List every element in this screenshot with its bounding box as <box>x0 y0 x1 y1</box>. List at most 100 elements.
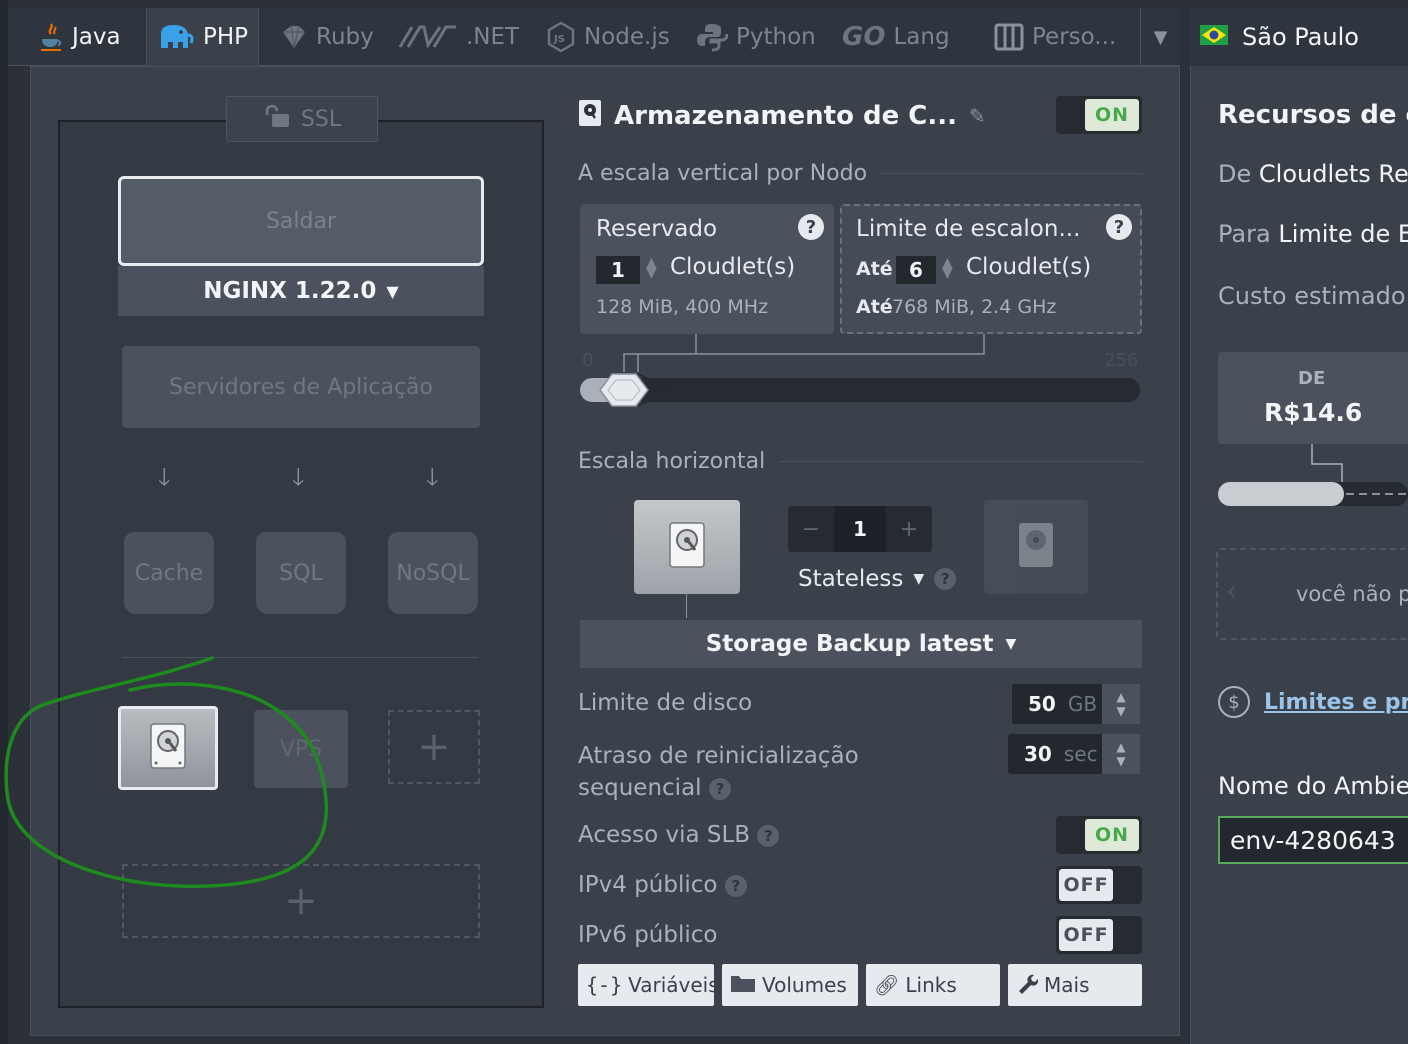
chevron-left-icon[interactable]: ‹ <box>1226 574 1237 607</box>
decrement-button[interactable]: − <box>788 517 834 542</box>
pencil-icon[interactable]: ✎ <box>969 104 986 128</box>
node-title-row: Armazenamento de C... ✎ <box>578 96 1048 136</box>
nosql-node[interactable]: NoSQL <box>388 532 478 614</box>
scaling-limit-input[interactable]: 6 <box>896 256 936 284</box>
caret-down-icon: ▼ <box>1005 636 1017 652</box>
annotation-circle <box>4 656 329 889</box>
cache-label: Cache <box>134 560 204 586</box>
cloudlet-slider[interactable] <box>578 334 1144 414</box>
ipv4-state: OFF <box>1059 869 1113 901</box>
sql-label: SQL <box>279 560 323 586</box>
node-count-stepper[interactable]: − 1 + <box>788 506 932 552</box>
arrow-down-icon: 🡓 <box>426 463 439 491</box>
disk-limit-spinner[interactable]: ▲ ▼ <box>1102 684 1140 724</box>
limits-link[interactable]: $ Limites e pre <box>1218 686 1408 718</box>
reserved-cloudlets-input[interactable]: 1 <box>596 256 640 284</box>
scaling-limit-spinner[interactable]: ▲ ▼ <box>942 256 953 280</box>
app-servers-label: Servidores de Aplicação <box>169 374 433 400</box>
resources-to-row: Para Limite de E <box>1218 220 1408 248</box>
image-version-dropdown[interactable]: Storage Backup latest ▼ <box>580 620 1142 668</box>
reserved-cloudlets-spinner[interactable]: ▲ ▼ <box>646 256 657 280</box>
help-icon[interactable]: ? <box>798 214 824 240</box>
scaling-limit-unit: Cloudlet(s) <box>966 254 1092 280</box>
sql-node[interactable]: SQL <box>256 532 346 614</box>
folder-icon <box>730 973 756 998</box>
tab-go[interactable]: GO Lang <box>842 8 950 66</box>
lock-open-icon <box>263 104 291 134</box>
scaling-mode-dropdown[interactable]: Stateless ▼ ? <box>798 566 957 592</box>
cache-node[interactable]: Cache <box>124 532 214 614</box>
caret-down-icon: ▼ <box>913 571 925 587</box>
horizontal-scaling-header: Escala horizontal <box>578 446 1142 476</box>
restart-delay-value: 30 <box>1024 742 1052 766</box>
scaling-limit-spec: 768 MiB, 2.4 GHz <box>892 296 1057 318</box>
tab-dotnet[interactable]: .NET <box>398 8 519 66</box>
more-label: Mais <box>1044 973 1090 997</box>
ssl-button[interactable]: SSL <box>226 96 378 142</box>
scaling-limit-title: Limite de escalon... <box>856 216 1081 242</box>
python-icon <box>696 22 728 52</box>
slb-access-toggle[interactable]: ON <box>1056 816 1142 854</box>
restart-delay-spinner[interactable]: ▲ ▼ <box>1102 734 1140 774</box>
connector-line <box>686 594 687 618</box>
help-icon[interactable]: ? <box>724 874 747 897</box>
wrench-icon <box>1016 972 1039 999</box>
balancer-version-dropdown[interactable]: NGINX 1.22.0 ▼ <box>118 266 484 316</box>
reserved-spec: 128 MiB, 400 MHz <box>596 296 769 318</box>
ipv6-toggle[interactable]: OFF <box>1056 916 1142 954</box>
restart-delay-label: Atraso de reinicialização sequencial ? <box>578 743 859 801</box>
scaling-limit-spec-prefix: Até <box>856 296 893 318</box>
ipv4-toggle[interactable]: OFF <box>1056 866 1142 904</box>
php-elephant-icon <box>157 22 195 52</box>
volumes-button[interactable]: Volumes <box>722 964 858 1006</box>
tab-custom-label: Perso... <box>1032 24 1117 50</box>
horizontal-node-primary[interactable] <box>634 500 740 594</box>
ipv6-state: OFF <box>1059 919 1113 951</box>
help-icon[interactable]: ? <box>757 824 780 847</box>
tab-nodejs-label: Node.js <box>584 24 670 50</box>
scaling-mode-label: Stateless <box>798 566 904 592</box>
vertical-scaling-label: A escala vertical por Nodo <box>578 160 868 186</box>
hard-drive-icon <box>578 99 602 134</box>
app-servers-node[interactable]: Servidores de Aplicação <box>122 346 480 428</box>
vertical-scaling-header: A escala vertical por Nodo <box>578 158 1142 188</box>
notice-text: você não p <box>1296 582 1408 606</box>
help-icon[interactable]: ? <box>1106 214 1132 240</box>
ipv6-label: IPv6 público <box>578 922 718 948</box>
tab-java[interactable]: Java <box>38 8 121 66</box>
scaling-limit-prefix: Até <box>856 258 893 280</box>
tab-nodejs[interactable]: JS Node.js <box>546 8 670 66</box>
region-selector[interactable]: São Paulo <box>1190 8 1408 66</box>
volumes-label: Volumes <box>762 973 847 997</box>
restart-delay-input[interactable]: 30 sec ▲ ▼ <box>1008 734 1140 774</box>
caret-down-icon: ▼ <box>386 281 399 301</box>
slb-access-label: Acesso via SLB ? <box>578 822 780 848</box>
restart-delay-unit: sec <box>1063 742 1098 766</box>
tab-php[interactable]: PHP <box>146 8 260 66</box>
more-button[interactable]: Mais <box>1008 964 1142 1006</box>
increment-button[interactable]: + <box>886 517 932 542</box>
balancer-label: Saldar <box>265 208 337 234</box>
links-button[interactable]: 🔗︎ Links <box>866 964 1000 1006</box>
tab-ruby[interactable]: Ruby <box>280 8 374 66</box>
disk-limit-unit: GB <box>1067 692 1098 716</box>
env-name-input[interactable]: env-4280643 <box>1218 816 1408 864</box>
tabs-more-dropdown[interactable]: ▼ <box>1140 8 1180 66</box>
braces-icon: {-} <box>586 973 623 997</box>
slider-min-label: 0 <box>582 350 594 371</box>
disk-limit-input[interactable]: 50 GB ▲ ▼ <box>1012 684 1140 724</box>
help-icon[interactable]: ? <box>934 568 957 590</box>
notice-box: ‹ você não p <box>1216 548 1408 640</box>
node-enabled-toggle[interactable]: ON <box>1056 96 1142 134</box>
help-icon[interactable]: ? <box>708 777 731 800</box>
ssl-label: SSL <box>300 106 342 132</box>
balancer-version-label: NGINX 1.22.0 <box>203 278 377 304</box>
add-node-button[interactable]: + <box>388 710 480 784</box>
variables-button[interactable]: {-} Variáveis <box>578 964 719 1006</box>
tab-custom[interactable]: Perso... <box>994 8 1116 66</box>
load-balancer-node[interactable]: Saldar <box>118 176 484 266</box>
hard-drive-icon <box>669 522 705 572</box>
horizontal-node-ghost <box>984 500 1088 594</box>
price-card: DE R$14.6 <box>1218 352 1408 444</box>
tab-python[interactable]: Python <box>696 8 816 66</box>
